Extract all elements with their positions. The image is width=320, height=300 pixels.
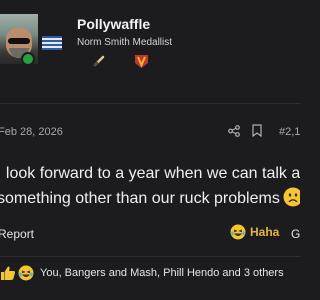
post-container: Pollywaffle Norm Smith Medallist Feb 28,…: [0, 0, 300, 300]
v-badge-icon: [135, 55, 148, 68]
username[interactable]: Pollywaffle: [77, 16, 150, 32]
avatar-sunglasses: [8, 38, 30, 44]
haha-reaction-button[interactable]: Haha: [230, 224, 279, 240]
pen-award-icon: [93, 55, 105, 67]
online-status-icon: [21, 52, 35, 66]
share-icon[interactable]: [228, 125, 240, 137]
message-line-1: I look forward to a year when we can tal…: [0, 165, 300, 182]
reactions-bar[interactable]: You, Bangers and Mash, Phill Hendo and 3…: [0, 265, 284, 281]
header-divider: [0, 103, 300, 104]
frown-emoji-icon: [283, 187, 300, 207]
reactions-divider: [0, 256, 300, 257]
laugh-icon: [18, 265, 34, 281]
message-line-2-text: something other than our ruck problems: [0, 190, 280, 207]
post-message: I look forward to a year when we can tal…: [0, 161, 300, 211]
post-date[interactable]: Feb 28, 2026: [0, 126, 63, 138]
thumbs-up-icon: [1, 266, 16, 280]
haha-label: Haha: [250, 225, 280, 239]
bookmark-icon[interactable]: [252, 124, 262, 137]
next-action-link[interactable]: G: [291, 227, 300, 241]
report-link[interactable]: Report: [0, 227, 34, 241]
laugh-icon: [230, 224, 246, 240]
user-title: Norm Smith Medallist: [77, 37, 173, 48]
flag-icon: [42, 36, 62, 50]
reactions-summary[interactable]: You, Bangers and Mash, Phill Hendo and 3…: [40, 267, 284, 279]
message-line-2: something other than our ruck problems: [0, 186, 300, 211]
post-number[interactable]: #2,13: [279, 126, 300, 138]
